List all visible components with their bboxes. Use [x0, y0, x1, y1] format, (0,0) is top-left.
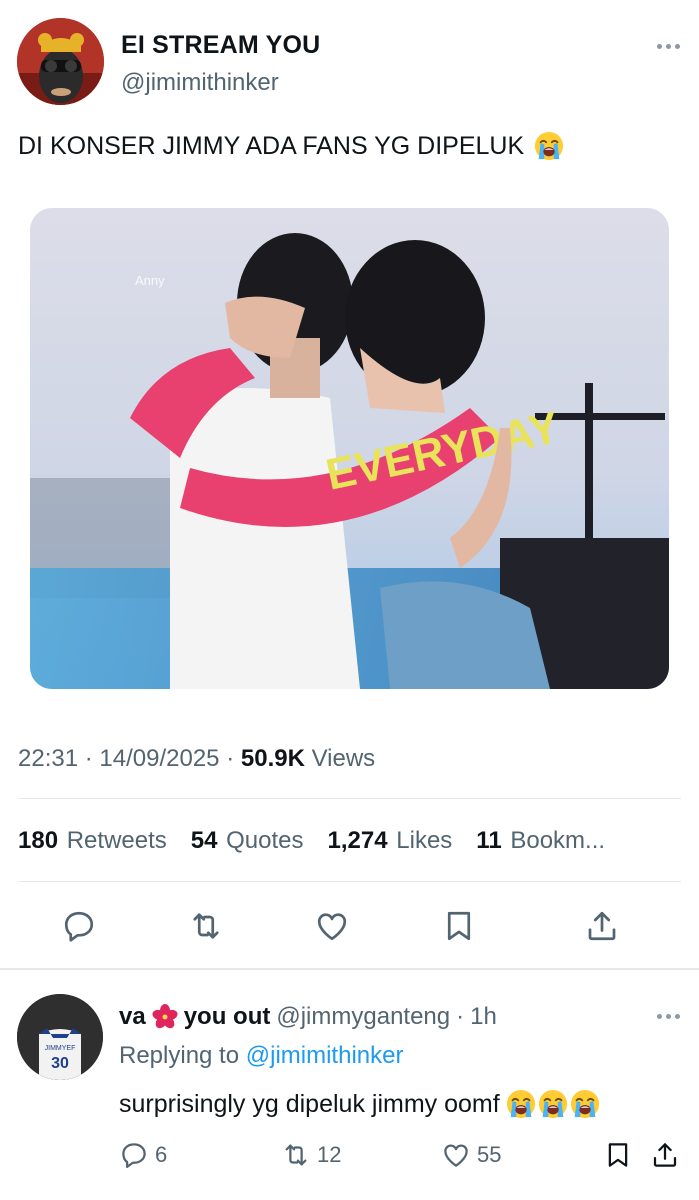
- retweet-count: 12: [317, 1142, 342, 1167]
- reply-author-avatar[interactable]: JIMMYEF 30: [17, 994, 103, 1080]
- avatar-jersey-name: JIMMYEF: [45, 1045, 76, 1052]
- like-icon[interactable]: [314, 908, 350, 944]
- reply-display-name-part2[interactable]: you out: [184, 1003, 271, 1031]
- tweet-meta: 22:31 · 14/09/2025 · 50.9K Views: [18, 745, 375, 773]
- section-divider: [0, 968, 699, 970]
- tweet-date[interactable]: 14/09/2025: [99, 745, 219, 772]
- author-handle[interactable]: @jimimithinker: [121, 69, 279, 97]
- hibiscus-icon: [152, 1004, 178, 1029]
- quotes-stat[interactable]: 54 Quotes: [191, 827, 304, 855]
- reply-text: surprisingly yg dipeluk jimmy oomf: [119, 1089, 600, 1119]
- bookmarks-stat[interactable]: 11 Bookm...: [476, 827, 605, 855]
- reply-display-name-part1[interactable]: va: [119, 1003, 146, 1031]
- reply-share-button[interactable]: [650, 1140, 680, 1170]
- replying-mention-link[interactable]: @jimimithinker: [246, 1042, 404, 1069]
- reply-count: 6: [155, 1142, 168, 1167]
- divider: [18, 881, 681, 882]
- tweet-time[interactable]: 22:31: [18, 745, 78, 772]
- reply-retweet-button[interactable]: 12: [281, 1140, 341, 1170]
- reply-like-button[interactable]: 55: [441, 1140, 501, 1170]
- avatar-jersey-number: 30: [51, 1055, 69, 1072]
- share-icon: [653, 1143, 677, 1167]
- more-icon[interactable]: [657, 44, 680, 49]
- reply-more-icon[interactable]: [657, 1014, 680, 1019]
- crying-face-icon: [570, 1089, 600, 1119]
- tweet-photo[interactable]: EVERYDAY Anny: [30, 208, 669, 689]
- replying-to: Replying to @jimimithinker: [119, 1042, 403, 1070]
- crying-face-icon: [538, 1089, 568, 1119]
- meta-separator: ·: [226, 745, 241, 772]
- reply-icon[interactable]: [61, 908, 97, 944]
- reply-time[interactable]: 1h: [470, 1003, 497, 1031]
- crying-face-icon: [534, 131, 564, 161]
- views-count: 50.9K: [240, 745, 305, 772]
- share-icon[interactable]: [584, 908, 620, 944]
- likes-stat[interactable]: 1,274 Likes: [328, 827, 453, 855]
- retweet-icon: [285, 1144, 307, 1166]
- reply-reply-button[interactable]: 6: [119, 1140, 167, 1170]
- photo-watermark: Anny: [135, 273, 165, 288]
- reply-header: va you out @jimmyganteng · 1h: [119, 1003, 497, 1031]
- author-display-name[interactable]: EI STREAM YOU: [121, 31, 320, 60]
- like-count: 55: [477, 1142, 502, 1167]
- tweet-stats: 180 Retweets 54 Quotes 1,274 Likes 11 Bo…: [18, 827, 605, 855]
- bookmark-icon: [608, 1143, 628, 1167]
- reply-body: surprisingly yg dipeluk jimmy oomf: [119, 1089, 500, 1118]
- reply-handle[interactable]: @jimmyganteng: [276, 1003, 450, 1031]
- meta-separator: ·: [84, 745, 100, 772]
- retweets-stat[interactable]: 180 Retweets: [18, 827, 167, 855]
- bookmark-icon[interactable]: [441, 908, 477, 944]
- tweet-text: DI KONSER JIMMY ADA FANS YG DIPELUK: [18, 131, 564, 161]
- crying-face-icon: [506, 1089, 536, 1119]
- tweet-body: DI KONSER JIMMY ADA FANS YG DIPELUK: [18, 131, 525, 160]
- reply-bookmark-button[interactable]: [603, 1140, 633, 1170]
- divider: [18, 798, 681, 799]
- replying-prefix: Replying to: [119, 1042, 240, 1069]
- like-icon: [444, 1144, 468, 1167]
- retweet-icon[interactable]: [188, 908, 224, 944]
- views-label: Views: [311, 745, 376, 772]
- author-avatar[interactable]: [17, 18, 104, 105]
- reply-icon: [122, 1143, 146, 1168]
- meta-separator: ·: [456, 1003, 465, 1030]
